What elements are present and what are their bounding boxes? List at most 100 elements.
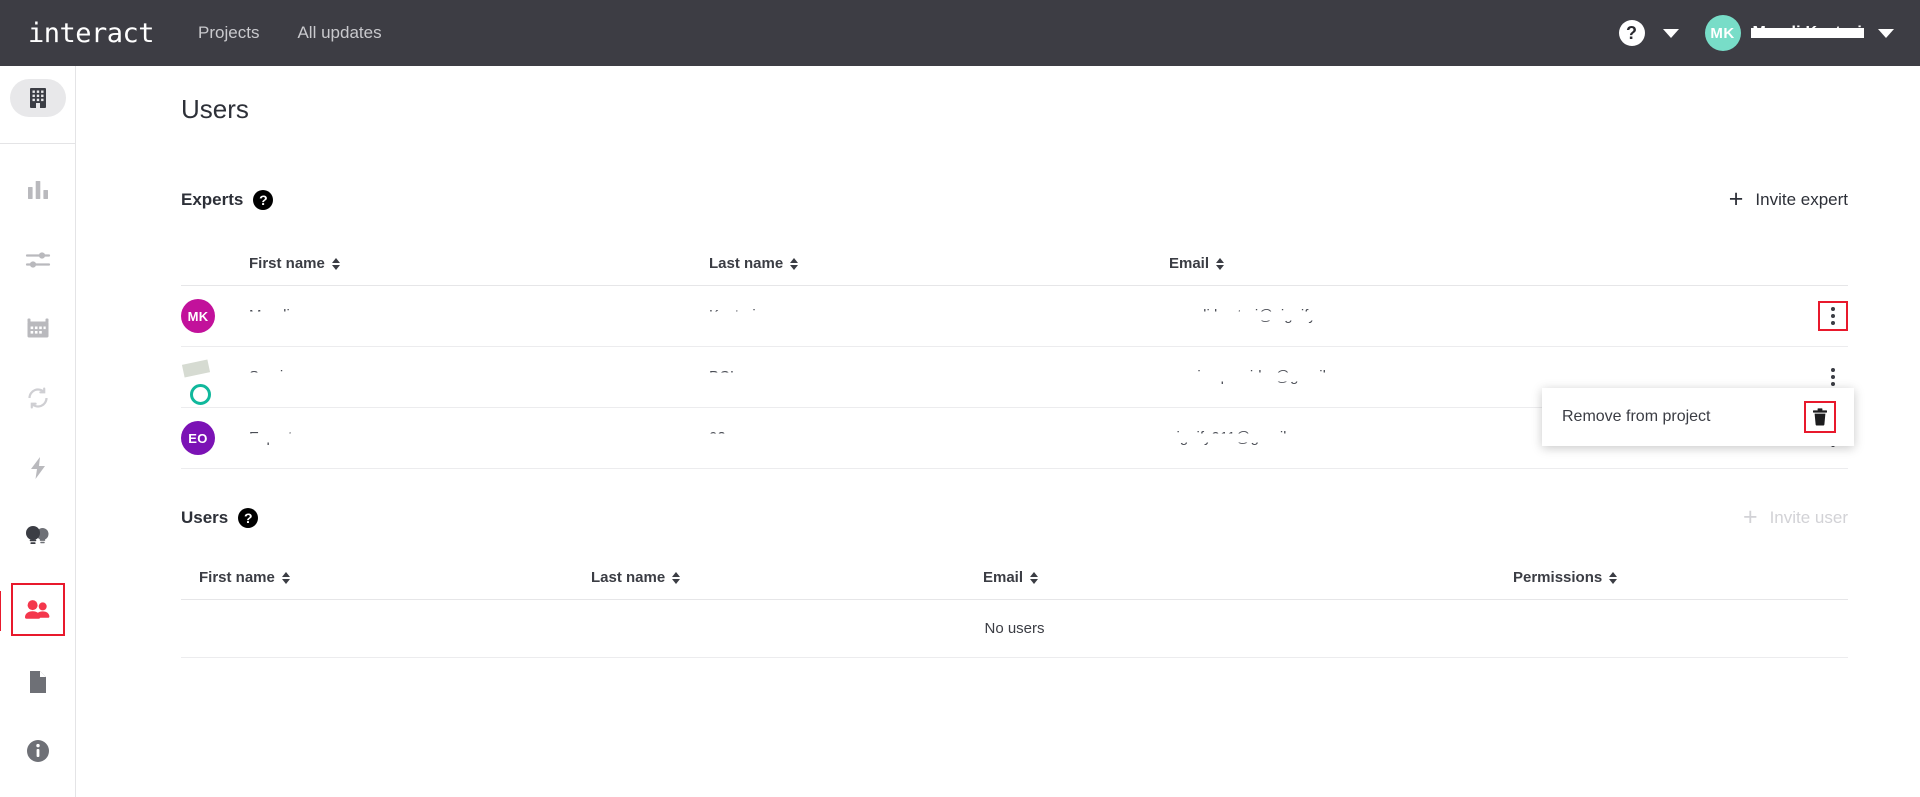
redaction-overlay [707, 311, 758, 320]
redaction-overlay [247, 433, 295, 442]
info-icon [26, 739, 50, 763]
help-icon[interactable]: ? [253, 189, 274, 210]
experts-title: Experts [181, 189, 244, 209]
kebab-dot [1831, 382, 1835, 386]
email-value-wrap: murali.kasturi@signify.com [1165, 307, 1352, 324]
top-bar-right: ? MK Murali Kasturi [1618, 15, 1894, 51]
bulbs-icon [24, 526, 52, 548]
plus-icon: + [1742, 503, 1758, 531]
sidebar-item-analytics[interactable] [8, 166, 68, 213]
column-header-last-name-label: Last name [591, 569, 666, 586]
column-header-email-label: Email [1169, 255, 1210, 272]
sort-icon [1609, 571, 1618, 584]
redaction-overlay [1750, 28, 1864, 38]
redaction-overlay [1165, 311, 1352, 320]
page-title: Users [181, 94, 249, 124]
column-header-permissions-label: Permissions [1513, 569, 1603, 586]
row-menu-button[interactable] [1818, 301, 1848, 331]
last-name-value-wrap: Kasturi [707, 307, 758, 324]
kebab-dot [1831, 314, 1835, 318]
column-header-email-label: Email [983, 569, 1024, 586]
remove-from-project-label[interactable]: Remove from project [1562, 408, 1711, 426]
help-chevron-down-icon[interactable] [1662, 28, 1679, 38]
column-header-last-name[interactable]: Last name [709, 255, 1169, 272]
remove-from-project-button[interactable] [1804, 401, 1836, 433]
building-icon [9, 78, 66, 117]
redaction-overlay [707, 372, 737, 381]
kebab-dot [1831, 307, 1835, 311]
avatar-cell: MK [181, 299, 249, 333]
top-bar: interact Projects All updates ? MK Mural… [0, 0, 1920, 66]
sidebar [0, 66, 76, 797]
cell-last-name: Kasturi [707, 307, 1169, 325]
column-header-permissions[interactable]: Permissions [1513, 569, 1813, 586]
last-name-value-wrap: 02 [707, 429, 728, 446]
help-icon[interactable]: ? [1618, 20, 1645, 46]
column-header-first-name[interactable]: First name [249, 255, 709, 272]
cell-email: service.provider@gmail.com [1165, 368, 1669, 386]
users-section-header: Users ? + Invite user [181, 505, 1880, 530]
column-header-email[interactable]: Email [983, 569, 1513, 586]
sync-icon [25, 387, 51, 409]
sidebar-item-info[interactable] [8, 728, 68, 775]
sidebar-item-sync[interactable] [8, 375, 68, 422]
sidebar-item-schedule[interactable] [8, 305, 68, 352]
account-chevron-down-icon[interactable] [1878, 28, 1894, 38]
column-header-email[interactable]: Email [1169, 255, 1669, 272]
avatar-cell: EO [181, 421, 249, 455]
help-icon[interactable]: ? [238, 507, 259, 528]
users-table-header: First name Last name Email Permissions [181, 556, 1848, 600]
invite-expert-button[interactable]: + Invite expert [1729, 187, 1848, 212]
top-navigation: Projects All updates [198, 23, 382, 43]
cell-first-name: Expert [247, 429, 709, 447]
avatar[interactable]: MK [1704, 15, 1741, 51]
cell-first-name: Murali [247, 307, 709, 325]
redaction-overlay [1165, 433, 1324, 442]
sort-icon [1216, 257, 1225, 270]
lightning-icon [29, 456, 47, 480]
sort-icon [281, 571, 290, 584]
redaction-overlay [1165, 372, 1363, 381]
cell-last-name: 02 [707, 429, 1169, 447]
kebab-dot [1831, 375, 1835, 379]
sidebar-item-users[interactable] [0, 582, 65, 637]
first-name-value-wrap: Service [247, 368, 302, 385]
trash-icon [1813, 408, 1827, 426]
sidebar-item-energy[interactable] [8, 444, 68, 491]
sidebar-item-organization[interactable] [8, 74, 68, 121]
users-table: First name Last name Email Permissions N… [181, 556, 1848, 658]
people-icon [24, 599, 52, 621]
column-header-last-name[interactable]: Last name [591, 569, 983, 586]
account-name-wrap[interactable]: Murali Kasturi [1750, 24, 1864, 42]
users-empty-state: No users [181, 600, 1848, 658]
cell-first-name: Service [247, 368, 709, 386]
redaction-overlay [707, 433, 728, 442]
sidebar-item-controls[interactable] [8, 236, 68, 283]
invite-user-button: + Invite user [1743, 505, 1848, 530]
bar-chart-icon [26, 179, 50, 201]
kebab-dot [1831, 368, 1835, 372]
invite-expert-label: Invite expert [1755, 189, 1848, 209]
column-header-first-name-label: First name [249, 255, 325, 272]
sliders-icon [25, 249, 51, 271]
nav-item-projects[interactable]: Projects [198, 23, 259, 43]
experts-section-header: Experts ? + Invite expert [181, 187, 1880, 212]
email-value-wrap: service.provider@gmail.com [1165, 368, 1363, 385]
first-name-value-wrap: Murali [247, 307, 292, 324]
brand-logo[interactable]: interact [28, 18, 155, 49]
invite-user-label: Invite user [1769, 507, 1848, 527]
last-name-value-wrap: BCI [707, 368, 737, 385]
kebab-dot [1831, 321, 1835, 325]
nav-item-all-updates[interactable]: All updates [297, 23, 381, 43]
sidebar-item-lights[interactable] [8, 513, 68, 560]
sidebar-item-reports[interactable] [8, 658, 68, 705]
sidebar-divider [0, 143, 76, 145]
sort-icon [790, 257, 799, 270]
column-header-first-name[interactable]: First name [199, 569, 591, 586]
first-name-value-wrap: Expert [247, 429, 295, 446]
sort-icon [672, 571, 681, 584]
document-icon [27, 670, 49, 694]
table-row[interactable]: MK Murali Kasturi murali.kasturi@signify… [181, 286, 1848, 347]
email-value-wrap: signify911@gmail.com [1165, 429, 1324, 446]
redaction-overlay [247, 311, 292, 320]
